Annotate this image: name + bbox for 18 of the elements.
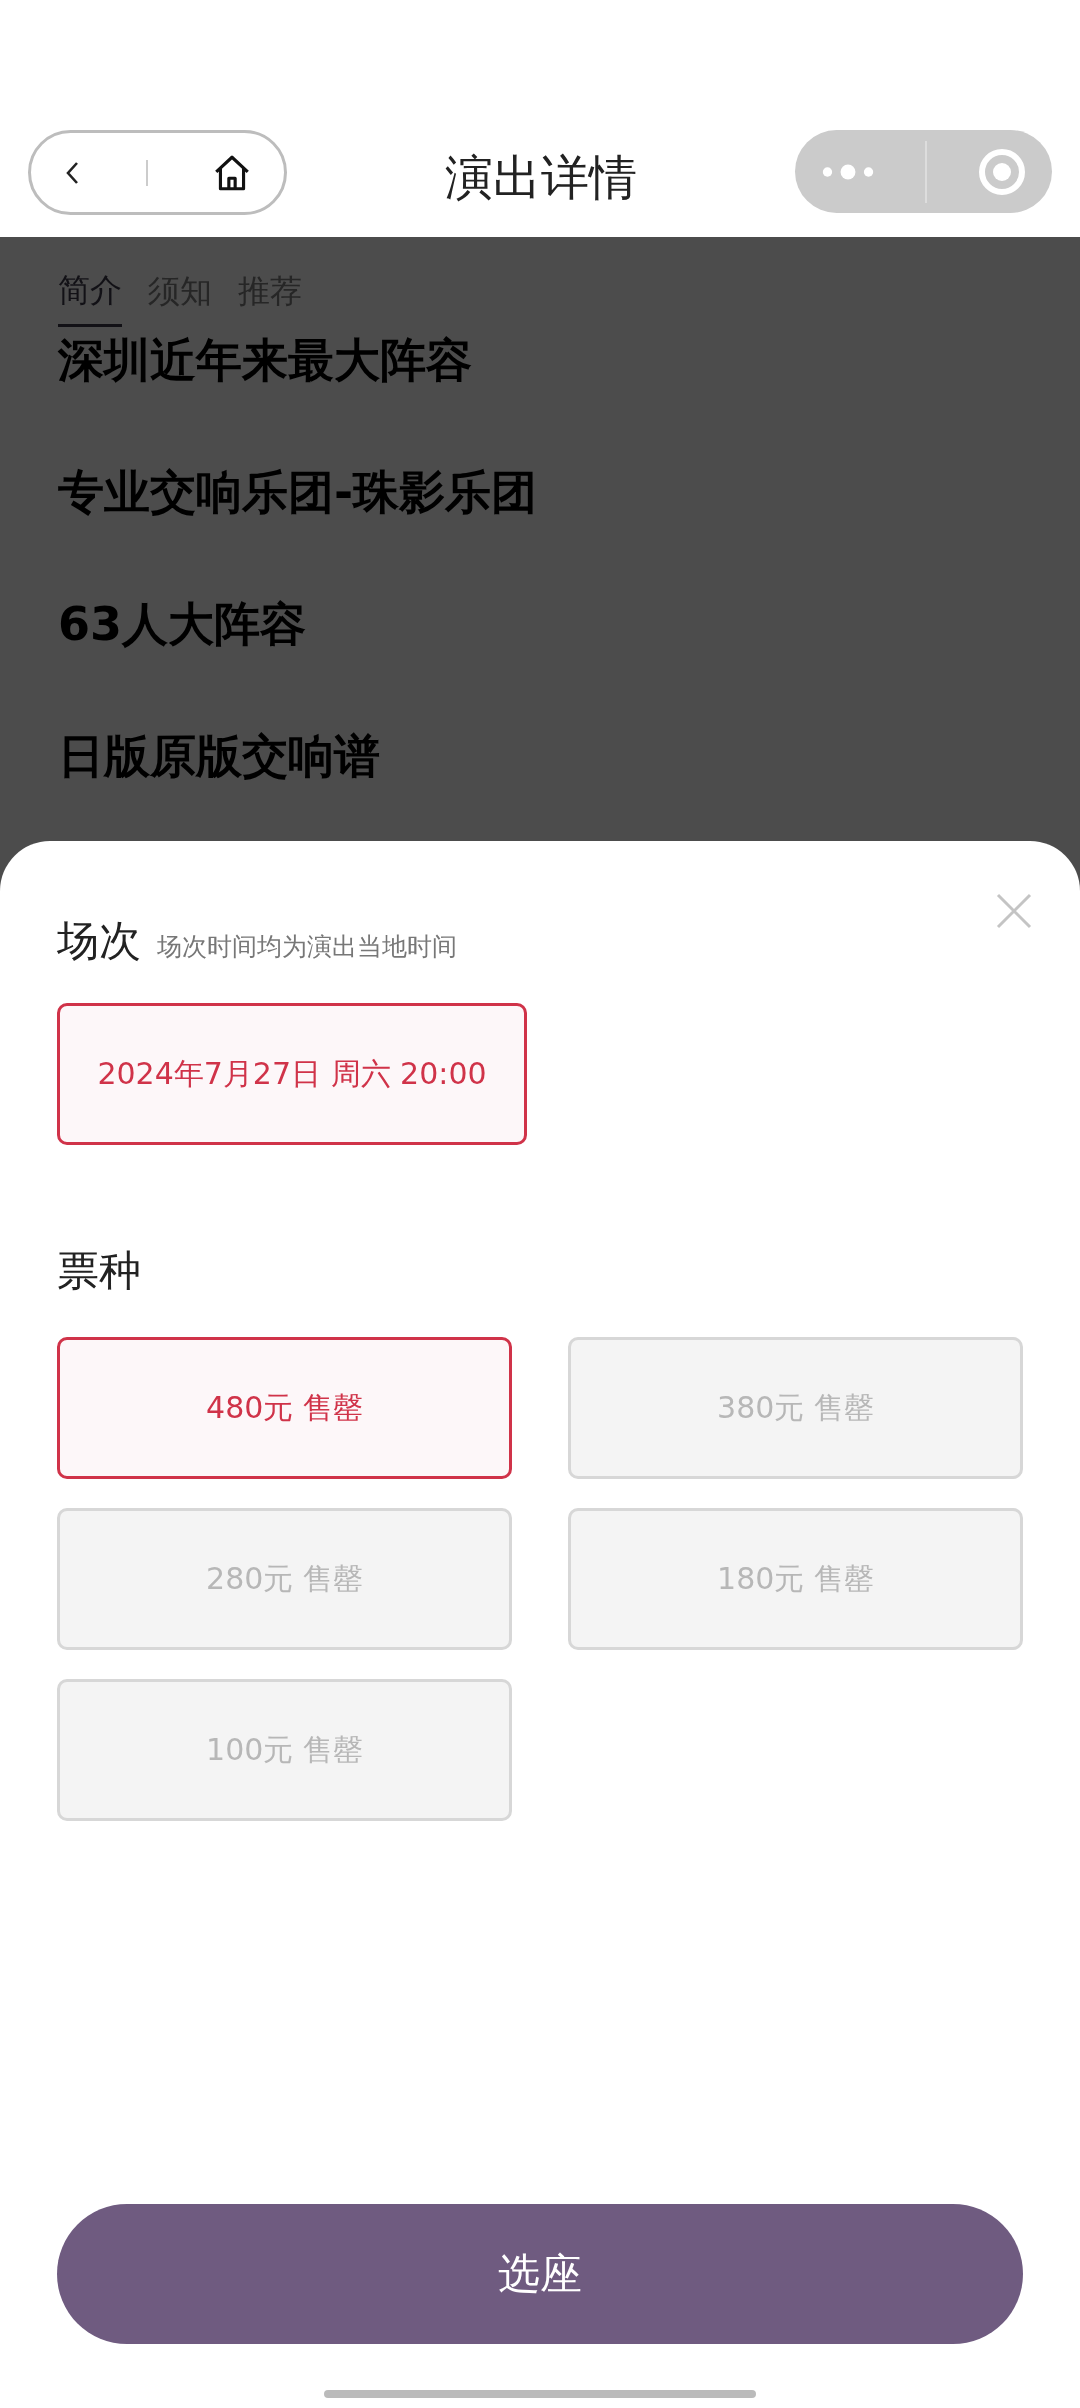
section-title: 票种	[57, 1245, 141, 1297]
highlight-heading: 深圳近年来最大阵容	[58, 335, 473, 385]
ticket-option[interactable]: 180元 售罄	[568, 1508, 1023, 1650]
ticket-option[interactable]: 480元 售罄	[57, 1337, 512, 1479]
page-title: 演出详情	[445, 148, 637, 207]
ticket-option[interactable]: 280元 售罄	[57, 1508, 512, 1650]
tab[interactable]: 简介	[58, 267, 122, 327]
section-title: 场次	[57, 915, 141, 967]
select-seat-button[interactable]: 选座	[57, 2204, 1023, 2344]
session-option[interactable]: 2024年7月27日 周六 20:00	[57, 1003, 527, 1145]
highlight-heading: 63人大阵容	[58, 599, 307, 649]
section-note: 场次时间均为演出当地时间	[157, 931, 457, 963]
highlight-heading: 专业交响乐团-珠影乐团	[58, 467, 539, 517]
close-miniapp-icon[interactable]	[977, 146, 1028, 197]
close-icon[interactable]	[996, 893, 1032, 929]
ticket-option[interactable]: 380元 售罄	[568, 1337, 1023, 1479]
ticket-option[interactable]: 100元 售罄	[57, 1679, 512, 1821]
highlight-heading: 日版原版交响谱	[58, 731, 381, 781]
